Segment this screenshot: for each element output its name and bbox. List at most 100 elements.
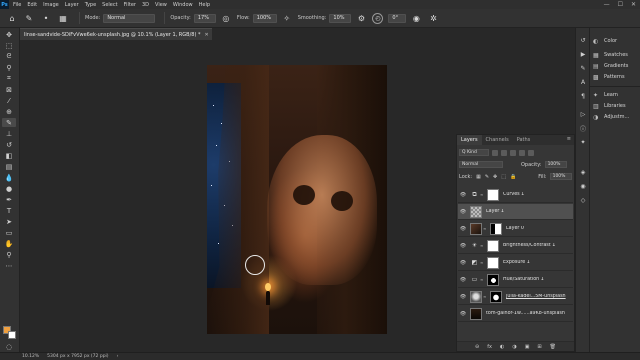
add-layer-style-icon[interactable]: fx [487,344,492,350]
healing-brush-tool-icon[interactable]: ⊕ [2,107,16,116]
document-info[interactable]: 5304 px x 7952 px (72 ppi) [47,354,108,359]
layer-row[interactable]: 👁 ◩ ∞ Exposure 1 [458,255,573,271]
actions-panel-icon[interactable]: ▷ [578,110,588,118]
more-tools-icon[interactable]: ⋯ [2,261,16,270]
layer-row[interactable]: 👁 ▭ ∞ Hue/Saturation 1 [458,272,573,288]
lasso-tool-icon[interactable]: ᘓ [2,52,16,61]
layer-thumbnail[interactable] [470,307,482,320]
layer-thumbnail[interactable] [470,205,482,218]
angle-dial-icon[interactable]: ◴ [372,12,384,24]
history-brush-tool-icon[interactable]: ↺ [2,140,16,149]
lock-image-icon[interactable]: ✎ [485,174,489,180]
path-selection-tool-icon[interactable]: ➤ [2,217,16,226]
new-adjustment-layer-icon[interactable]: ◑ [512,344,516,350]
close-tab-icon[interactable]: ✕ [204,32,208,38]
delete-layer-icon[interactable]: 🗑 [550,344,556,350]
pixel-filter-icon[interactable] [492,149,498,156]
type-filter-icon[interactable] [510,149,516,156]
brush-settings-icon[interactable]: ▦ [57,12,69,24]
eraser-tool-icon[interactable]: ◧ [2,151,16,160]
layer-mask-thumbnail[interactable] [490,290,502,303]
adjustment-filter-icon[interactable] [501,149,507,156]
blur-tool-icon[interactable]: 💧 [2,173,16,182]
layer-mask-thumbnail[interactable] [487,188,499,201]
visibility-eye-icon[interactable]: 👁 [459,209,467,215]
layer-row[interactable]: 👁 ☀ ∞ Brightness/Contrast 1 [458,238,573,254]
status-arrow-icon[interactable]: › [117,354,119,359]
menu-edit[interactable]: Edit [27,2,37,8]
menu-window[interactable]: Window [173,2,193,8]
color-panel-button[interactable]: ◐ Color [593,36,617,46]
tab-paths[interactable]: Paths [513,135,535,145]
hand-tool-icon[interactable]: ✋ [2,239,16,248]
channels-panel-icon[interactable]: ◉ [578,182,588,190]
crop-tool-icon[interactable]: ⌗ [2,74,16,83]
menu-select[interactable]: Select [102,2,117,8]
clone-stamp-tool-icon[interactable]: ⊥ [2,129,16,138]
pressure-opacity-icon[interactable]: ◎ [220,12,232,24]
smart-object-filter-icon[interactable] [528,149,534,156]
brush-settings-panel-icon[interactable]: ✎ [578,64,588,72]
paragraph-panel-icon[interactable]: ¶ [578,92,588,100]
libraries-panel-button[interactable]: ▥ Libraries [593,101,626,111]
document-image[interactable] [207,65,387,334]
blend-mode-select[interactable]: Normal [459,161,503,168]
layer-row[interactable]: 👁 ⧉ ∞ Curves 1 [458,187,573,203]
lock-position-icon[interactable]: ✥ [493,174,497,180]
layer-mask-thumbnail[interactable] [487,273,499,286]
brush-size-icon[interactable]: • [40,12,52,24]
home-icon[interactable]: ⌂ [6,12,18,24]
fill-input[interactable]: 100% [549,173,572,180]
type-tool-icon[interactable]: T [2,206,16,215]
angle-input[interactable]: 0° [388,13,407,23]
symmetry-icon[interactable]: ✲ [427,12,439,24]
shape-filter-icon[interactable] [519,149,525,156]
layer-thumbnail[interactable] [470,290,482,303]
rectangle-tool-icon[interactable]: ▭ [2,228,16,237]
gradient-tool-icon[interactable]: ▤ [2,162,16,171]
menu-image[interactable]: Image [43,2,59,8]
move-tool-icon[interactable]: ✥ [2,30,16,39]
new-layer-icon[interactable]: ⊞ [537,344,541,350]
layer-row[interactable]: 👁 tom-gainor-1w......a9K8-unsplash [458,306,573,322]
layer-mask-thumbnail[interactable] [487,239,499,252]
tab-layers[interactable]: Layers [457,135,482,145]
menu-layer[interactable]: Layer [65,2,79,8]
close-window-icon[interactable]: ✕ [631,1,636,8]
character-panel-icon[interactable]: A [578,78,588,86]
visibility-eye-icon[interactable]: 👁 [459,294,467,300]
visibility-eye-icon[interactable]: 👁 [459,243,467,249]
smoothing-input[interactable]: 10% [329,13,352,23]
quick-mask-icon[interactable]: ◌ [2,342,16,351]
smoothing-settings-gear-icon[interactable]: ⚙ [355,12,367,24]
layer-row[interactable]: 👁 ∞ Layer 0 [458,221,573,237]
gradients-panel-button[interactable]: ▤ Gradients [593,61,628,71]
menu-filter[interactable]: Filter [124,2,136,8]
quick-select-tool-icon[interactable]: ⚲ [2,63,16,72]
add-mask-icon[interactable]: ◐ [500,344,504,350]
layer-row[interactable]: 👁 ∞ julia-kadel...5M-unsplash [458,289,573,305]
flow-input[interactable]: 100% [252,13,277,23]
pressure-size-icon[interactable]: ◉ [410,12,422,24]
menu-file[interactable]: File [13,2,21,8]
zoom-level[interactable]: 10.12% [22,354,39,359]
visibility-eye-icon[interactable]: 👁 [459,311,467,317]
visibility-eye-icon[interactable]: 👁 [459,192,467,198]
marquee-tool-icon[interactable]: ⬚ [2,41,16,50]
navigator-panel-icon[interactable]: ✦ [578,138,588,146]
menu-help[interactable]: Help [199,2,210,8]
lock-artboard-icon[interactable]: ⬚ [501,174,506,180]
layer-row-selected[interactable]: 👁 Layer 1 [458,204,573,220]
kind-filter-select[interactable]: Q Kind [459,149,489,156]
minimize-icon[interactable]: — [604,1,610,8]
adjustments-panel-button[interactable]: ◑ Adjustm... [593,112,629,122]
pen-tool-icon[interactable]: ✒ [2,195,16,204]
panel-menu-icon[interactable]: ≡ [567,136,571,142]
link-layers-icon[interactable]: ⊖ [475,344,479,350]
mode-select[interactable]: Normal [103,13,156,23]
swatches-panel-button[interactable]: ▦ Swatches [593,50,628,60]
opacity-input[interactable]: 17% [193,13,216,23]
visibility-eye-icon[interactable]: 👁 [459,260,467,266]
maximize-icon[interactable]: ☐ [618,1,623,8]
paths-panel-icon[interactable]: ◇ [578,196,588,204]
